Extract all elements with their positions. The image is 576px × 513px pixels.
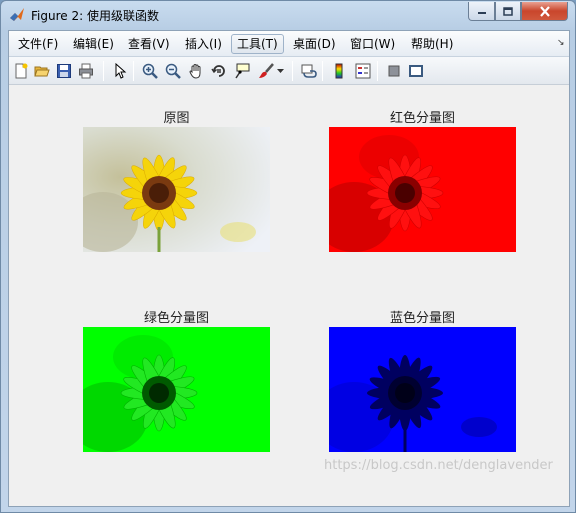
show-plot-tools-icon[interactable]	[407, 62, 425, 80]
save-icon[interactable]	[55, 62, 73, 80]
blue-channel-image	[329, 327, 516, 452]
matlab-icon	[10, 8, 24, 21]
open-file-icon[interactable]	[33, 62, 51, 80]
maximize-button[interactable]	[495, 2, 521, 21]
menu-insert[interactable]: 插入(I)	[179, 34, 228, 54]
red-channel-image	[329, 127, 516, 252]
figure-toolbar	[9, 57, 569, 85]
title-bar[interactable]: Figure 2: 使用级联函数	[1, 1, 575, 29]
subplot-title-original: 原图	[163, 111, 190, 126]
close-icon	[539, 5, 550, 17]
toolbar-separator	[322, 61, 323, 81]
figure-canvas: 原图 红色分量图 绿色分量图 蓝色分量图	[9, 86, 569, 506]
zoom-in-icon[interactable]	[141, 62, 159, 80]
data-cursor-icon[interactable]	[233, 62, 251, 80]
legend-icon[interactable]	[354, 62, 372, 80]
brush-dropdown-icon[interactable]	[275, 62, 285, 80]
close-button[interactable]	[521, 2, 568, 21]
new-figure-icon[interactable]	[12, 62, 30, 80]
print-icon[interactable]	[77, 62, 95, 80]
minimize-icon	[477, 12, 486, 14]
colorbar-icon[interactable]	[330, 62, 348, 80]
toolbar-separator	[133, 61, 134, 81]
menu-bar: 文件(F) 编辑(E) 查看(V) 插入(I) 工具(T) 桌面(D) 窗口(W…	[9, 31, 569, 57]
figure-window: Figure 2: 使用级联函数 文件(F) 编辑(E) 查看(V) 插入(I)…	[0, 0, 576, 513]
menu-view[interactable]: 查看(V)	[122, 34, 176, 54]
window-title: Figure 2: 使用级联函数	[31, 9, 159, 23]
toolbar-separator	[292, 61, 293, 81]
menu-tools[interactable]: 工具(T)	[231, 34, 284, 54]
rotate-3d-icon[interactable]	[210, 62, 228, 80]
link-plot-icon[interactable]	[300, 62, 318, 80]
toolbar-separator	[103, 61, 104, 81]
toolbar-separator	[377, 61, 378, 81]
brush-icon[interactable]	[257, 62, 275, 80]
minimize-button[interactable]	[468, 2, 495, 21]
watermark-text: https://blog.csdn.net/denglavender	[324, 458, 553, 473]
maximize-icon	[503, 6, 513, 16]
menu-file[interactable]: 文件(F)	[12, 34, 64, 54]
menu-chevron-icon[interactable]: ↘	[557, 38, 565, 48]
menu-window[interactable]: 窗口(W)	[344, 34, 401, 54]
original-image	[83, 127, 270, 252]
subplot-title-green: 绿色分量图	[143, 311, 209, 326]
pan-hand-icon[interactable]	[187, 62, 205, 80]
subplot-title-red: 红色分量图	[389, 111, 455, 126]
subplot-title-blue: 蓝色分量图	[389, 311, 455, 326]
figure-client-area: 文件(F) 编辑(E) 查看(V) 插入(I) 工具(T) 桌面(D) 窗口(W…	[8, 30, 570, 507]
hide-plot-tools-icon[interactable]	[385, 62, 403, 80]
pointer-icon[interactable]	[111, 62, 129, 80]
green-channel-image	[83, 327, 270, 452]
menu-desktop[interactable]: 桌面(D)	[287, 34, 342, 54]
menu-help[interactable]: 帮助(H)	[405, 34, 459, 54]
zoom-out-icon[interactable]	[164, 62, 182, 80]
menu-edit[interactable]: 编辑(E)	[67, 34, 120, 54]
